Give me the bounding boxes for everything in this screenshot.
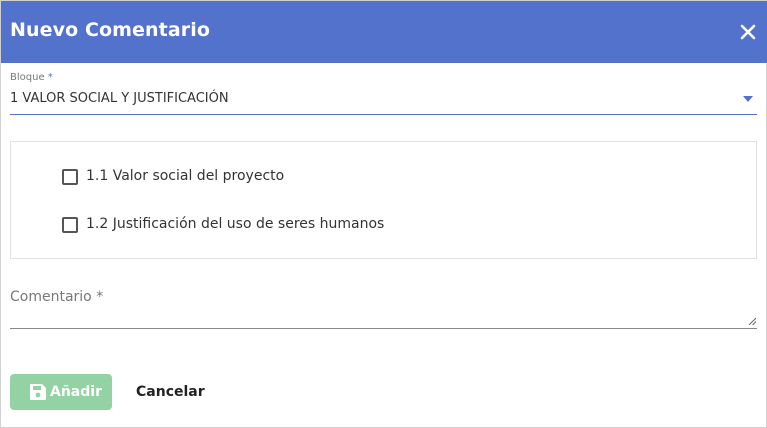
checkbox[interactable] <box>62 169 78 185</box>
close-button[interactable] <box>739 23 757 41</box>
cancel-button-label: Cancelar <box>136 384 205 400</box>
bloque-selected-value: 1 VALOR SOCIAL Y JUSTIFICACIÓN <box>10 91 229 106</box>
bloque-label: Bloque * <box>10 72 53 83</box>
dialog-title: Nuevo Comentario <box>10 19 211 41</box>
comment-field: Comentario * <box>10 283 761 332</box>
new-comment-dialog: Nuevo Comentario Bloque * 1 VALOR SOCIAL… <box>0 0 767 428</box>
close-icon <box>740 24 756 40</box>
add-button[interactable]: Añadir <box>10 374 112 410</box>
apartados-panel: 1.1 Valor social del proyecto 1.2 Justif… <box>10 141 757 259</box>
dropdown-caret-icon <box>743 96 753 102</box>
checkbox[interactable] <box>62 217 78 233</box>
required-mark: * <box>47 72 53 83</box>
cancel-button[interactable]: Cancelar <box>127 374 209 410</box>
comment-textarea[interactable] <box>10 283 761 332</box>
add-button-label: Añadir <box>50 384 102 400</box>
save-icon <box>30 384 46 400</box>
resize-grip-icon[interactable] <box>748 317 756 325</box>
checkbox-label: 1.1 Valor social del proyecto <box>86 168 285 184</box>
bloque-select[interactable]: Bloque * 1 VALOR SOCIAL Y JUSTIFICACIÓN <box>10 71 757 115</box>
checkbox-label: 1.2 Justificación del uso de seres human… <box>86 216 385 232</box>
dialog-header: Nuevo Comentario <box>1 1 767 63</box>
